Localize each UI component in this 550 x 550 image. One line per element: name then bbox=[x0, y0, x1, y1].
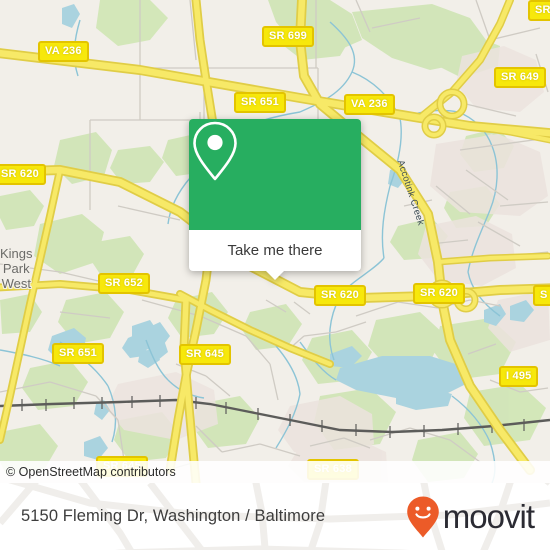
map-canvas[interactable]: SR 699 VA 236 SR 649 SR 651 VA 236 SR SR 620 SR… bbox=[0, 0, 550, 483]
moovit-brand-logo[interactable]: moovit bbox=[406, 483, 535, 550]
road-shield: SR 649 bbox=[494, 67, 546, 88]
moovit-pin-smiley-icon bbox=[406, 496, 439, 537]
road-shield: VA 236 bbox=[38, 41, 89, 62]
road-shield: SR 620 bbox=[314, 285, 366, 306]
map-pin-icon bbox=[193, 121, 237, 181]
moovit-wordmark: moovit bbox=[442, 498, 535, 535]
road-shield: VA 236 bbox=[344, 94, 395, 115]
road-shield: SR 620 bbox=[413, 283, 465, 304]
popup-cta-label: Take me there bbox=[227, 242, 323, 259]
popup-icon-panel bbox=[189, 119, 361, 230]
footer-address: 5150 Fleming Dr, Washington / Baltimore bbox=[21, 507, 326, 525]
road-shield: SR 645 bbox=[179, 344, 231, 365]
road-shield: SR bbox=[528, 0, 550, 21]
moovit-map-screenshot: SR 699 VA 236 SR 649 SR 651 VA 236 SR SR 620 SR… bbox=[0, 0, 550, 550]
road-shield: SR 652 bbox=[98, 273, 150, 294]
map-attribution[interactable]: © OpenStreetMap contributors bbox=[0, 461, 550, 483]
footer-bar: 5150 Fleming Dr, Washington / Baltimore … bbox=[0, 483, 550, 550]
road-shield: S bbox=[533, 285, 550, 306]
road-shield: I 495 bbox=[499, 366, 539, 387]
destination-popup-card[interactable]: Take me there bbox=[189, 119, 361, 280]
road-shield: SR 651 bbox=[234, 92, 286, 113]
place-label: Kings Park West bbox=[0, 246, 33, 291]
road-shield: SR 699 bbox=[262, 26, 314, 47]
popup-cta[interactable]: Take me there bbox=[189, 230, 361, 271]
road-shield: SR 651 bbox=[52, 343, 104, 364]
road-shield: SR 620 bbox=[0, 164, 46, 185]
popup-tail bbox=[266, 271, 284, 280]
